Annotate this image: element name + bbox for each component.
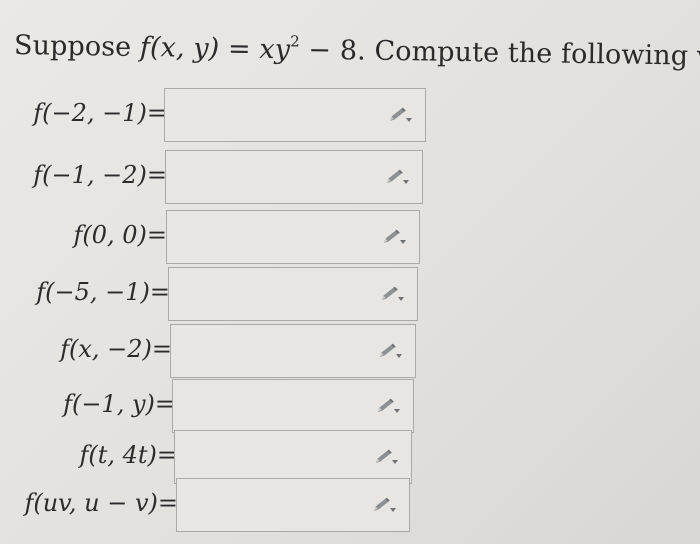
answer-rows: f(−2, −1)= f(−1, −2)= f(0, 0)= f(−5, −1)… [0,0,700,544]
answer-row: f(0, 0)= [0,210,430,264]
pencil-icon[interactable] [373,448,399,466]
answer-input[interactable] [176,478,410,532]
pencil-icon[interactable] [371,496,397,514]
worksheet-page: Suppose f(x, y) = xy2 − 8. Compute the f… [0,0,700,544]
answer-row: f(−1, y)= [0,379,430,433]
row-label: f(uv, u − v)= [24,489,178,517]
row-label: f(t, 4t)= [79,441,177,469]
answer-input[interactable] [174,430,412,484]
answer-input[interactable] [172,379,414,433]
answer-row: f(uv, u − v)= [0,478,430,532]
answer-input[interactable] [170,324,416,378]
answer-row: f(−1, −2)= [0,150,430,204]
pencil-icon[interactable] [384,168,410,186]
answer-row: f(−5, −1)= [0,267,430,321]
answer-input[interactable] [168,267,418,321]
answer-input[interactable] [166,210,420,264]
answer-input[interactable] [164,88,426,142]
pencil-icon[interactable] [387,106,413,124]
pencil-icon[interactable] [375,397,401,415]
pencil-icon[interactable] [377,342,403,360]
row-label: f(−5, −1)= [36,278,170,306]
pencil-icon[interactable] [379,285,405,303]
answer-input[interactable] [165,150,423,204]
answer-row: f(t, 4t)= [0,430,430,484]
pencil-icon[interactable] [381,228,407,246]
row-label: f(x, −2)= [60,335,172,363]
row-label: f(−2, −1)= [33,99,167,127]
row-label: f(−1, y)= [63,390,175,418]
row-label: f(−1, −2)= [33,161,167,189]
answer-row: f(−2, −1)= [0,88,430,142]
answer-row: f(x, −2)= [0,324,430,378]
row-label: f(0, 0)= [73,221,167,249]
